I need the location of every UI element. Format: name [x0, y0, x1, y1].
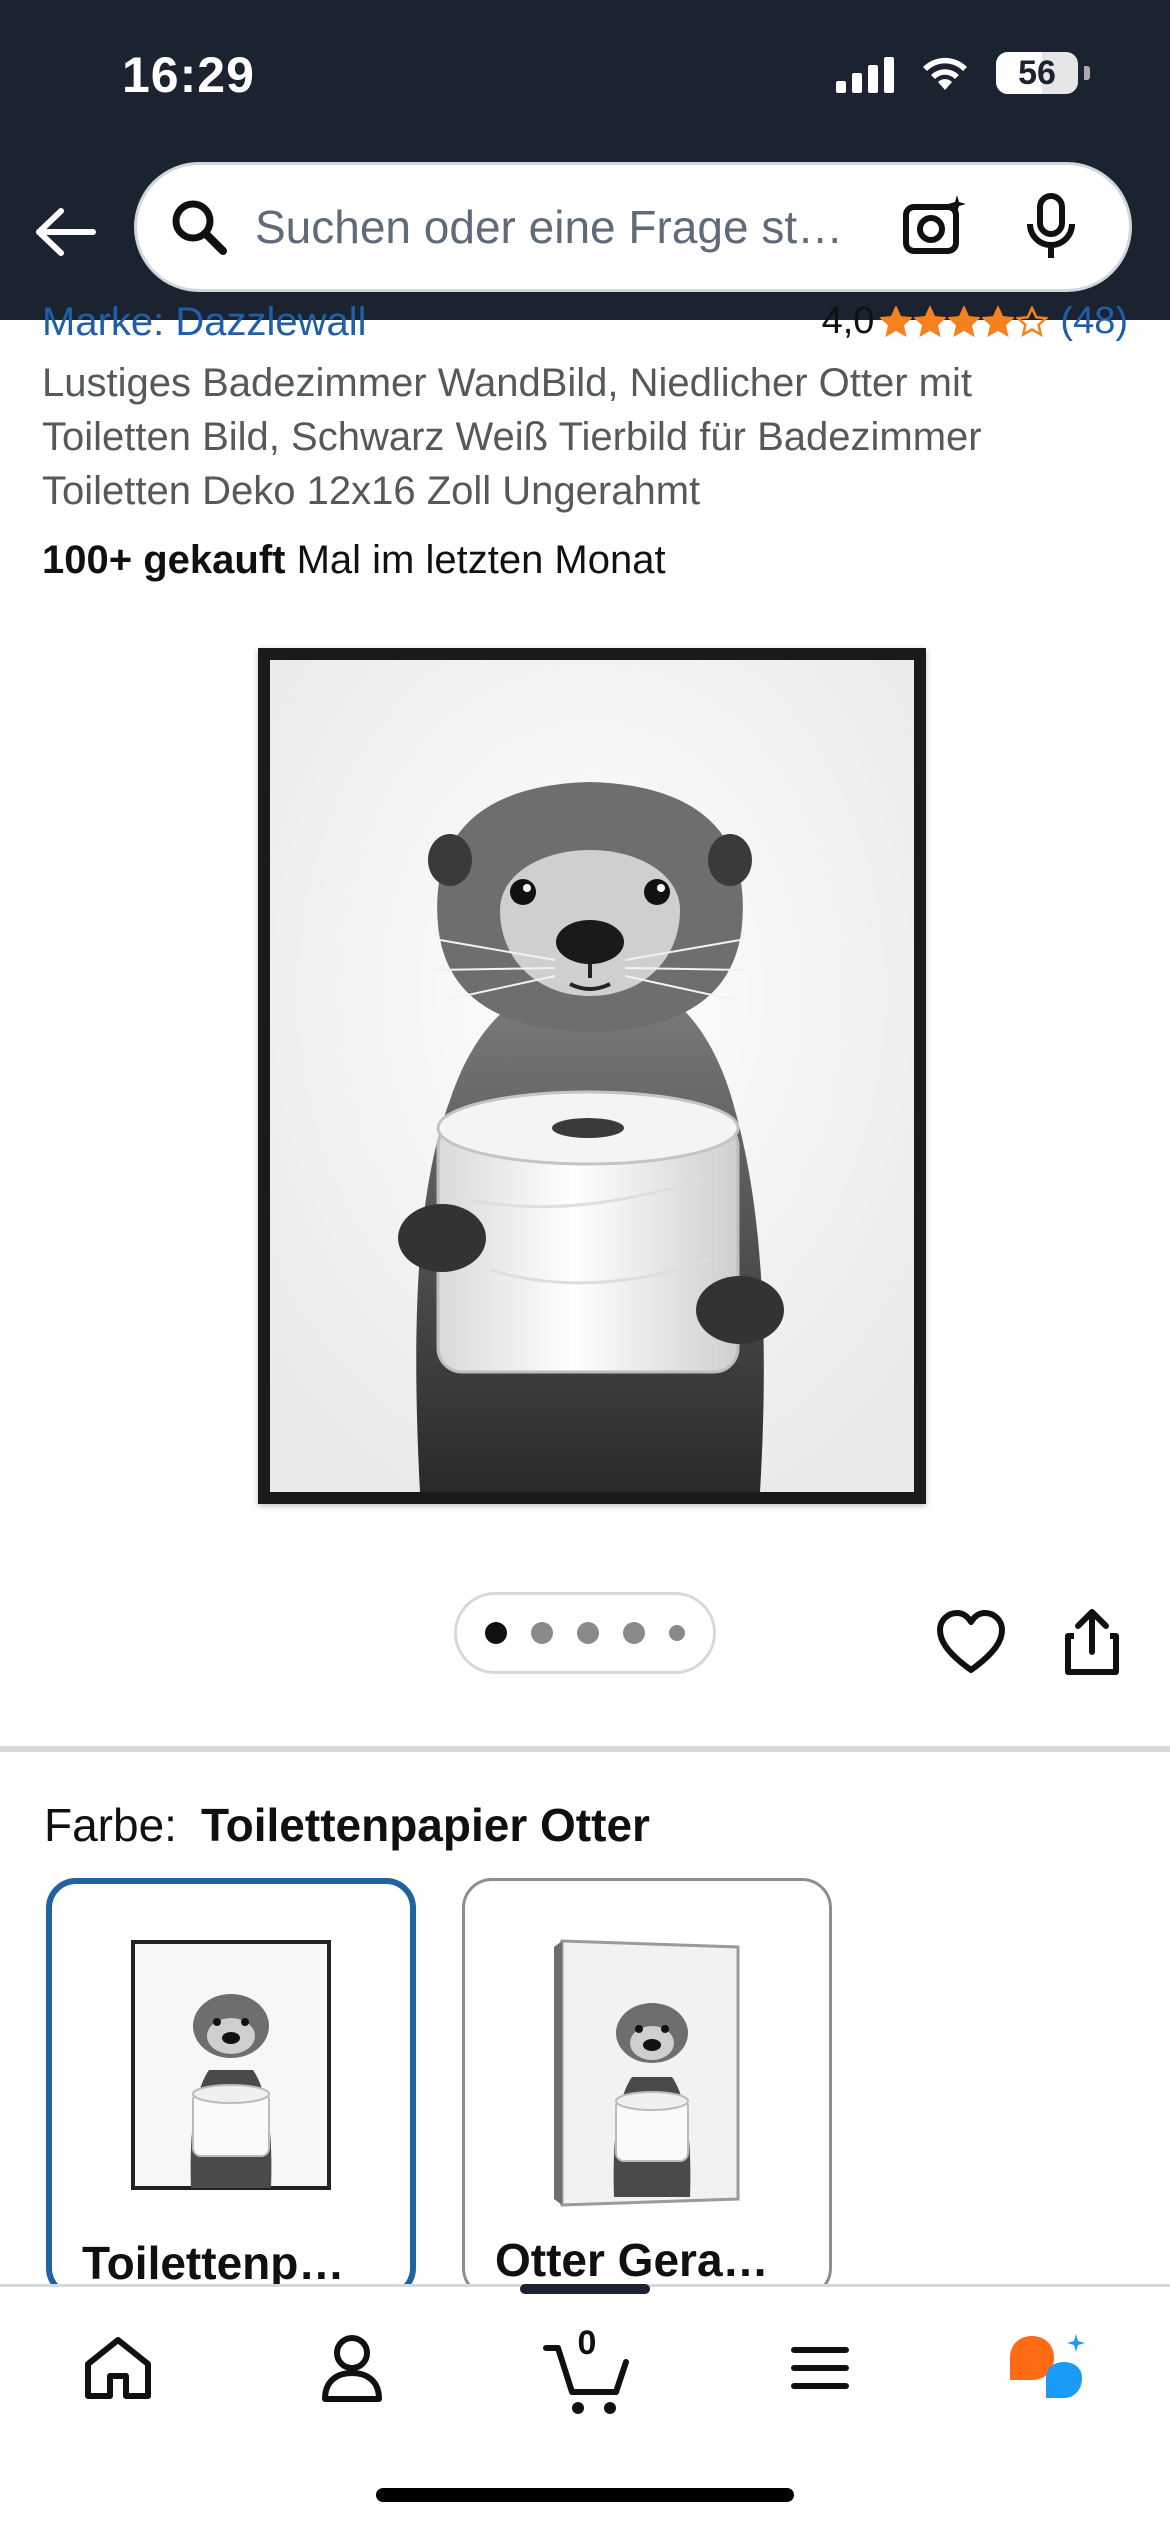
rating-count: (48) — [1060, 306, 1128, 342]
top-header: 16:29 56 — [0, 0, 1170, 320]
product-image[interactable] — [258, 648, 926, 1504]
brand-rating-row: Marke: Dazzlewall 4,0 (48) — [42, 306, 1128, 346]
battery-level: 56 — [1018, 53, 1056, 92]
pager-dot[interactable] — [531, 1622, 553, 1644]
share-icon[interactable] — [1060, 1608, 1124, 1678]
microphone-icon[interactable] — [1013, 189, 1089, 265]
brand-link[interactable]: Marke: Dazzlewall — [42, 306, 367, 345]
cart-count: 0 — [577, 2324, 597, 2362]
star-filled-icon — [982, 306, 1015, 337]
variant-option-name: Toilettenp… — [82, 2237, 345, 2289]
battery-icon: 56 — [996, 52, 1078, 94]
heart-icon[interactable] — [936, 1608, 1006, 1678]
cellular-signal-icon — [836, 53, 894, 93]
star-filled-icon — [914, 306, 947, 337]
status-icons: 56 — [836, 52, 1090, 94]
nav-account[interactable] — [302, 2318, 402, 2418]
menu-icon — [791, 2347, 849, 2389]
back-arrow-icon — [36, 208, 96, 256]
nav-active-indicator — [520, 2284, 650, 2294]
star-empty-icon — [1016, 306, 1049, 337]
star-filled-icon — [880, 306, 913, 337]
pager-dot[interactable] — [669, 1625, 685, 1641]
image-pager[interactable] — [454, 1592, 716, 1674]
bought-count: 100+ gekauft Mal im letzten Monat — [42, 538, 666, 583]
otter-with-toilet-roll-image — [270, 660, 914, 1492]
nav-cart[interactable]: 0 — [532, 2318, 642, 2418]
search-bar[interactable] — [134, 162, 1132, 292]
camera-lens-icon[interactable] — [897, 189, 973, 265]
nav-rufus[interactable] — [998, 2318, 1098, 2418]
variant-label-name: Farbe: — [44, 1799, 177, 1851]
section-divider — [0, 1746, 1170, 1752]
pager-dot[interactable] — [577, 1622, 599, 1644]
battery-nub — [1084, 66, 1090, 80]
wifi-icon — [923, 57, 967, 90]
rating-stars — [880, 306, 1049, 338]
variant-option-name: Otter Gera… — [495, 2234, 769, 2286]
variant-option-toilettenpapier-otter[interactable]: Toilettenp… — [46, 1878, 416, 2298]
back-button[interactable] — [30, 196, 102, 268]
bought-count-bold: 100+ gekauft — [42, 538, 286, 582]
search-input[interactable] — [255, 200, 857, 254]
account-icon — [322, 2335, 382, 2402]
variant-selected-value: Toilettenpapier Otter — [200, 1799, 650, 1851]
home-indicator — [376, 2488, 794, 2502]
nav-menu[interactable] — [770, 2318, 870, 2418]
star-filled-icon — [948, 306, 981, 337]
rating-summary[interactable]: 4,0 (48) — [822, 306, 1128, 343]
pager-dot[interactable] — [623, 1622, 645, 1644]
bought-count-rest: Mal im letzten Monat — [285, 538, 666, 582]
variant-thumbnail — [131, 1940, 331, 2190]
variant-label: Farbe: Toilettenpapier Otter — [44, 1798, 650, 1852]
status-time: 16:29 — [122, 47, 255, 103]
variant-option-otter-gerahmt[interactable]: Otter Gera… — [462, 1878, 832, 2298]
pager-dot[interactable] — [485, 1622, 507, 1644]
search-icon — [165, 193, 233, 261]
variant-thumbnail — [554, 1939, 740, 2207]
nav-home[interactable] — [68, 2318, 168, 2418]
rating-value: 4,0 — [821, 306, 875, 342]
rufus-assistant-icon — [1010, 2334, 1085, 2398]
product-title: Lustiges Badezimmer WandBild, Niedlicher… — [42, 361, 982, 513]
home-icon — [85, 2337, 151, 2399]
